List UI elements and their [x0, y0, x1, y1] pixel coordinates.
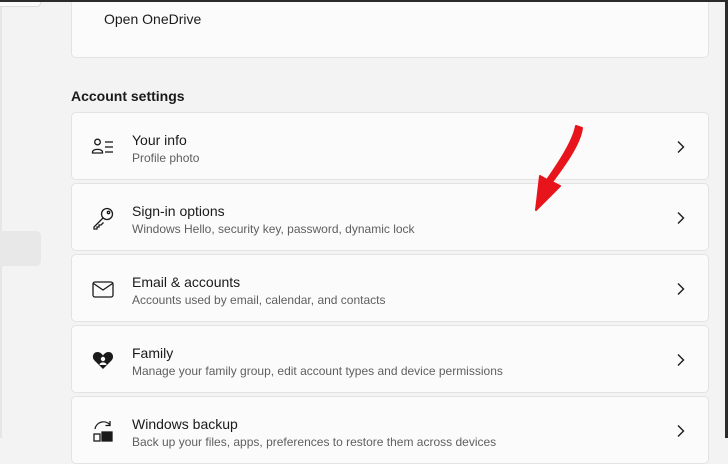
setting-title: Email & accounts — [132, 274, 241, 290]
setting-row-sign-in-options[interactable]: Sign-in options Windows Hello, security … — [71, 183, 709, 251]
setting-title: Windows backup — [132, 416, 238, 432]
setting-title: Sign-in options — [132, 203, 225, 219]
chevron-right-icon — [676, 140, 686, 154]
nav-item-selected[interactable] — [0, 231, 41, 266]
mail-icon — [91, 277, 115, 301]
person-list-icon — [91, 135, 115, 159]
annotation-arrow-icon — [530, 124, 590, 216]
setting-row-email-accounts[interactable]: Email & accounts Accounts used by email,… — [71, 254, 709, 322]
setting-row-family[interactable]: Family Manage your family group, edit ac… — [71, 325, 709, 393]
open-onedrive-link[interactable]: Open OneDrive — [104, 11, 201, 27]
window-edge — [0, 0, 2, 438]
setting-subtitle: Manage your family group, edit account t… — [132, 364, 503, 378]
setting-subtitle: Windows Hello, security key, password, d… — [132, 222, 415, 236]
chevron-right-icon — [676, 353, 686, 367]
setting-subtitle: Profile photo — [132, 151, 200, 165]
key-icon — [91, 206, 115, 230]
setting-row-your-info[interactable]: Your info Profile photo — [71, 112, 709, 180]
section-title-account-settings: Account settings — [71, 88, 185, 104]
family-heart-icon — [91, 348, 115, 372]
chevron-right-icon — [676, 211, 686, 225]
setting-title: Your info — [132, 132, 187, 148]
setting-title: Family — [132, 345, 174, 361]
chevron-right-icon — [676, 424, 686, 438]
setting-subtitle: Accounts used by email, calendar, and co… — [132, 293, 386, 307]
backup-icon — [91, 419, 115, 443]
setting-row-windows-backup[interactable]: Windows backup Back up your files, apps,… — [71, 396, 709, 464]
chevron-right-icon — [676, 282, 686, 296]
onedrive-card: Open OneDrive — [71, 0, 709, 58]
setting-subtitle: Back up your files, apps, preferences to… — [132, 435, 497, 449]
window-border-top — [0, 0, 728, 2]
